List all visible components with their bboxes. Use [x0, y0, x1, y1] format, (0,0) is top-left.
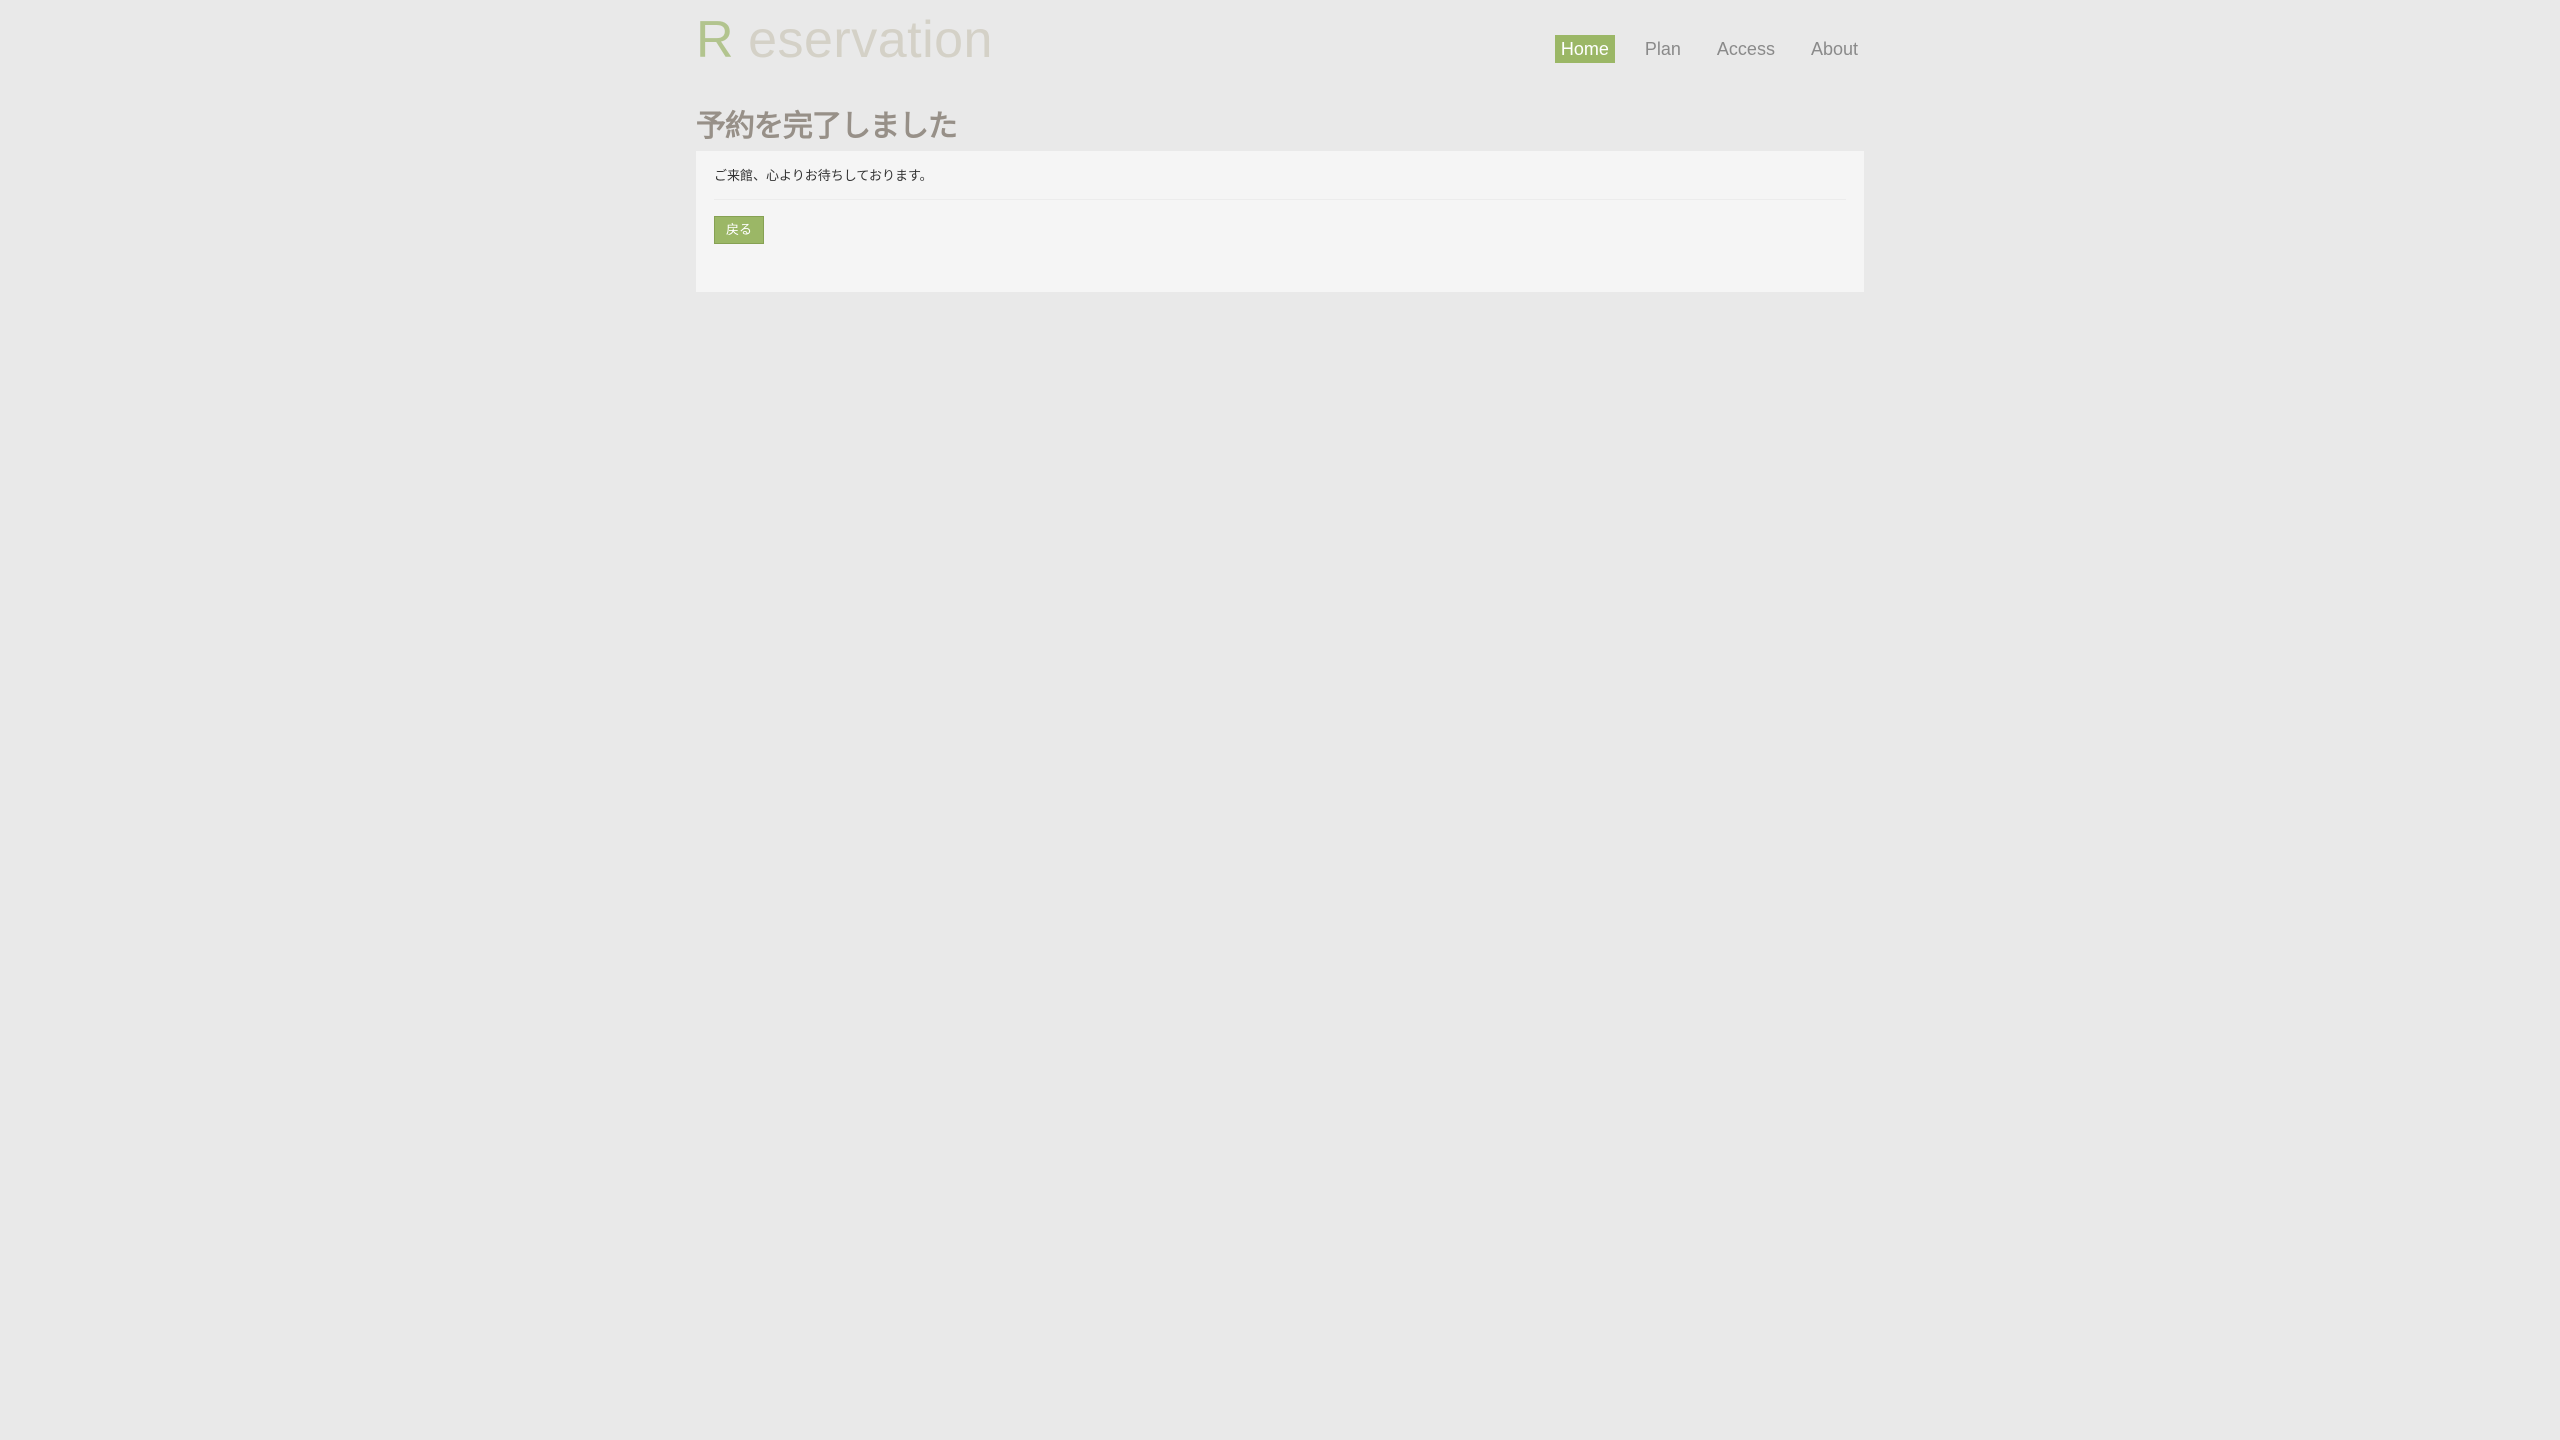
- nav-plan[interactable]: Plan: [1639, 35, 1687, 63]
- nav-home[interactable]: Home: [1554, 35, 1615, 63]
- logo-text: eservation: [748, 11, 993, 69]
- nav-access[interactable]: Access: [1711, 35, 1781, 63]
- confirmation-panel: ご来館、心よりお待ちしております。 戻る: [696, 151, 1864, 292]
- page-title: 予約を完了しました: [696, 109, 958, 144]
- logo-initial: R: [696, 11, 735, 69]
- divider: [714, 199, 1846, 200]
- page-wrapper: Reservation Home Plan Access About 予約を完了…: [696, 0, 1864, 292]
- site-header: Reservation Home Plan Access About: [696, 0, 1864, 95]
- main-nav: Home Plan Access About: [1531, 35, 1864, 63]
- back-button[interactable]: 戻る: [714, 216, 765, 244]
- confirmation-message: ご来館、心よりお待ちしております。: [714, 169, 933, 184]
- nav-about[interactable]: About: [1805, 35, 1864, 63]
- site-logo[interactable]: Reservation: [696, 10, 993, 70]
